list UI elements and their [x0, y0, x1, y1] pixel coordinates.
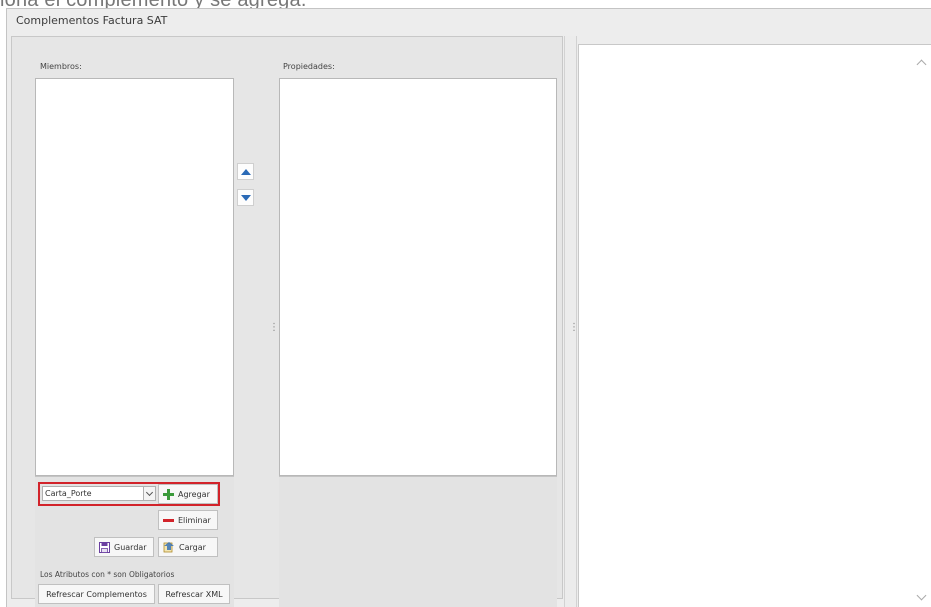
minus-icon	[163, 515, 174, 526]
scroll-up-icon[interactable]	[916, 59, 927, 70]
refresh-complements-label: Refrescar Complementos	[46, 589, 147, 599]
highlight-box	[38, 482, 220, 506]
properties-bottom-area	[279, 476, 557, 607]
load-button[interactable]: Cargar	[158, 537, 218, 557]
move-up-button[interactable]	[237, 163, 254, 180]
refresh-complements-button[interactable]: Refrescar Complementos	[38, 584, 155, 604]
splitter-grip-icon: ⋮	[269, 322, 279, 333]
remove-button[interactable]: Eliminar	[158, 510, 218, 530]
save-button-label: Guardar	[114, 542, 147, 552]
floppy-disk-icon	[99, 541, 110, 553]
move-down-button[interactable]	[237, 189, 254, 206]
load-button-label: Cargar	[179, 542, 206, 552]
xml-preview-panel[interactable]	[578, 44, 931, 607]
refresh-xml-label: Refrescar XML	[165, 589, 223, 599]
remove-button-label: Eliminar	[178, 515, 211, 525]
load-icon	[163, 541, 175, 553]
splitter-main[interactable]: ⋮	[564, 36, 579, 607]
properties-label: Propiedades:	[283, 62, 335, 71]
refresh-xml-button[interactable]: Refrescar XML	[158, 584, 230, 604]
save-button[interactable]: Guardar	[94, 537, 154, 557]
move-up-icon	[240, 168, 251, 175]
window-title: Complementos Factura SAT	[16, 14, 168, 27]
properties-list[interactable]	[279, 78, 557, 476]
scroll-down-icon[interactable]	[916, 590, 927, 601]
required-fields-note: Los Atributos con * son Obligatorios	[40, 570, 175, 579]
splitter-members-properties[interactable]: ⋮	[266, 44, 279, 607]
members-list[interactable]	[35, 78, 234, 476]
members-label: Miembros:	[40, 62, 82, 71]
move-down-icon	[240, 194, 251, 201]
